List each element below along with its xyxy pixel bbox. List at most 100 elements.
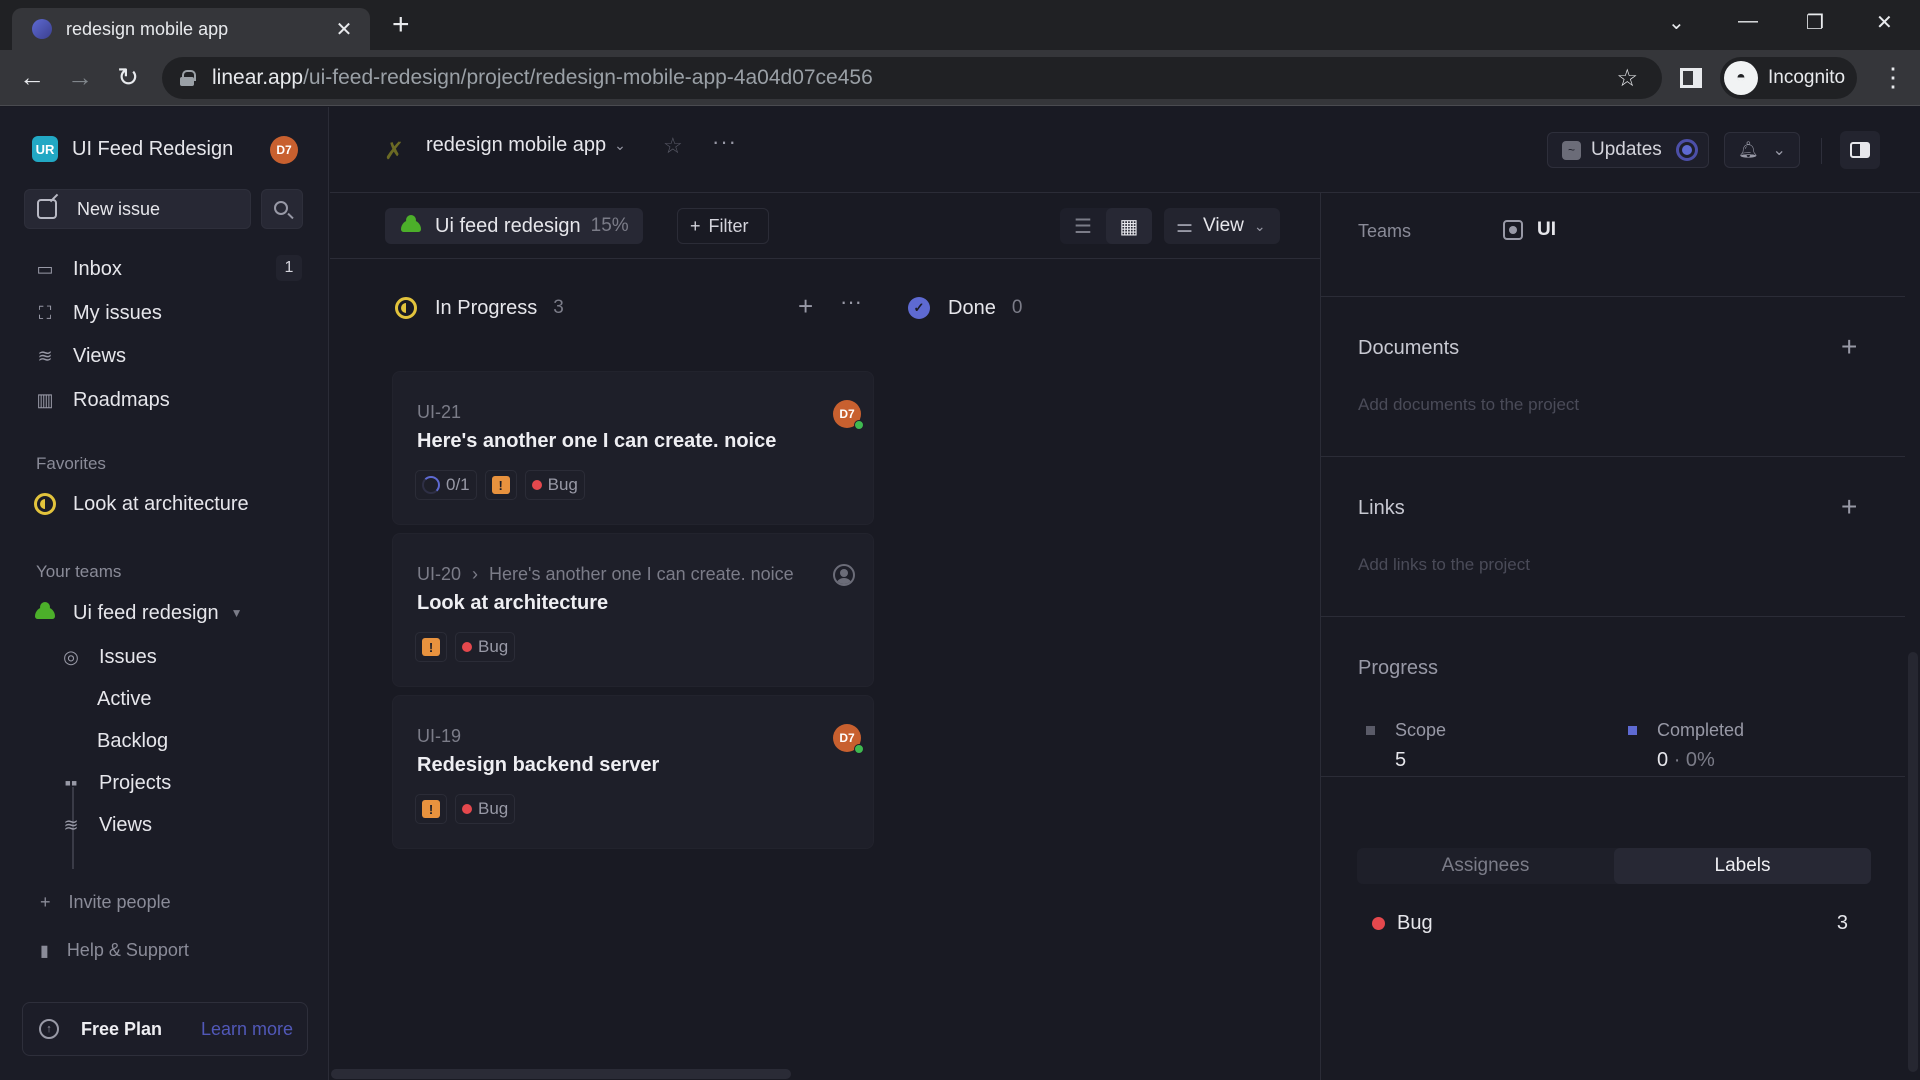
search-icon [273,200,288,215]
column-more-icon[interactable]: ··· [840,289,862,315]
restore-icon[interactable]: ❐ [1806,10,1824,35]
label-breakdown-row[interactable]: Bug 3 [1372,912,1848,935]
invite-people-button[interactable]: + Invite people [40,892,171,913]
progress-section: Progress Scope 5 Completed 0 · 0% [1321,617,1905,777]
inbox-count-badge: 1 [276,255,302,281]
sidebar-item-my-issues[interactable]: ⛶ My issues [34,298,162,328]
teams-label: Teams [1358,221,1412,241]
browser-toolbar: ← → ↻ linear.app/ui-feed-redesign/projec… [0,50,1920,106]
tab-assignees[interactable]: Assignees [1357,848,1614,884]
sidebar-item-roadmaps[interactable]: ▥ Roadmaps [34,385,169,415]
browser-menu-icon[interactable]: ⋮ [1880,62,1906,92]
chevron-down-icon: ⌄ [1253,217,1266,234]
label-pill[interactable]: Bug [455,632,516,662]
team-icon [1503,220,1523,240]
add-issue-icon[interactable]: + [798,291,813,322]
issue-title: Look at architecture [417,592,609,614]
minimize-icon[interactable]: — [1738,10,1758,33]
in-progress-status-icon [395,297,417,319]
layout-toggle: ☰ ▦ [1060,208,1152,244]
grid-icon: ▦ [1119,215,1139,238]
filter-button[interactable]: + Filter [677,208,769,244]
tab-search-icon[interactable]: ⌄ [1668,10,1685,35]
team-item-views[interactable]: ≋ Views [60,810,152,840]
help-support-button[interactable]: ▮ Help & Support [40,940,189,961]
issue-card[interactable]: UI-19 D7 Redesign backend server ! Bug [392,695,874,849]
forward-icon[interactable]: → [64,62,96,93]
team-item-label: Projects [99,771,172,794]
back-icon[interactable]: ← [16,62,48,93]
assignee-avatar[interactable]: D7 [833,400,864,430]
label-name: Bug [478,637,509,656]
add-document-icon[interactable]: + [1841,331,1857,363]
list-layout-button[interactable]: ☰ [1060,208,1106,244]
project-title-dropdown[interactable]: redesign mobile app ⌄ [426,134,626,157]
caret-down-icon: ▼ [230,606,243,620]
issue-id: UI-21 [417,402,462,422]
more-options-icon[interactable]: ··· [712,129,737,155]
close-window-icon[interactable]: ✕ [1876,10,1893,35]
priority-pill[interactable]: ! [484,470,517,500]
team-item-label: Issues [99,645,157,668]
issues-icon: ◎ [63,646,79,667]
in-progress-status-icon [34,493,56,515]
sidebar-item-views[interactable]: ≋ Views [34,341,126,371]
label-pill[interactable]: Bug [524,470,585,500]
views-icon: ≋ [63,814,79,835]
project-details-panel: Teams UI Documents + Add documents to th… [1320,193,1920,1080]
favorites-heading[interactable]: Favorites [36,454,106,474]
label-pill[interactable]: Bug [455,794,516,824]
address-bar[interactable]: linear.app/ui-feed-redesign/project/rede… [162,57,1662,99]
team-value[interactable]: UI [1503,219,1556,241]
learn-more-link[interactable]: Learn more [201,1019,293,1040]
new-issue-button[interactable]: New issue [24,189,251,229]
tab-close-icon[interactable]: ✕ [332,17,356,42]
favorite-star-icon[interactable]: ☆ [663,133,683,159]
view-options-button[interactable]: ⚌ View ⌄ [1164,208,1280,244]
subissue-progress[interactable]: 0/1 [415,470,477,500]
new-tab-button[interactable]: + [392,10,410,40]
incognito-profile-button[interactable]: ◓ Incognito [1720,57,1857,99]
upgrade-arrow-icon: ↑ [39,1019,59,1039]
linear-favicon-icon [32,19,52,39]
team-item-backlog[interactable]: Backlog [97,726,168,756]
workspace-switcher[interactable]: UR UI Feed Redesign [32,136,233,162]
favorite-item[interactable]: Look at architecture [34,489,249,519]
documents-heading: Documents [1358,337,1460,359]
notifications-button[interactable]: 🔔︎ ⌄ [1724,132,1800,168]
add-link-icon[interactable]: + [1841,491,1857,523]
update-status-indicator [1675,139,1698,161]
search-button[interactable] [261,189,303,229]
vertical-scrollbar[interactable] [1908,652,1918,1072]
issue-card[interactable]: UI-20 › Here's another one I can create.… [392,533,874,687]
team-progress-chip[interactable]: Ui feed redesign 15% [385,208,643,244]
reload-icon[interactable]: ↻ [112,62,144,93]
browser-tab[interactable]: redesign mobile app ✕ [12,8,370,50]
horizontal-scrollbar[interactable] [331,1069,791,1079]
team-item-projects[interactable]: ▪▪ Projects [60,768,172,798]
label-color-dot [462,804,472,814]
unassigned-icon[interactable] [833,564,855,586]
links-hint: Add links to the project [1358,555,1530,574]
tab-labels[interactable]: Labels [1614,848,1871,884]
team-item-issues[interactable]: ◎ Issues [60,642,157,672]
new-issue-label: New issue [77,198,161,219]
user-avatar[interactable]: D7 [270,136,298,164]
side-panel-icon[interactable] [1680,68,1702,88]
priority-pill[interactable]: ! [415,632,447,662]
your-teams-heading[interactable]: Your teams [36,562,121,582]
priority-pill[interactable]: ! [415,794,447,824]
toggle-details-panel-button[interactable] [1840,131,1880,169]
team-ui-feed-redesign[interactable]: Ui feed redesign ▼ [34,598,243,628]
divider [1821,138,1822,164]
issue-card[interactable]: UI-21 D7 Here's another one I can create… [392,371,874,525]
updates-button[interactable]: ~ Updates [1547,132,1709,168]
sidebar-item-inbox[interactable]: ▭ Inbox [34,254,121,284]
team-item-active[interactable]: Active [97,684,151,714]
inbox-icon: ▭ [36,258,54,279]
board-layout-button[interactable]: ▦ [1106,208,1152,244]
plus-icon: + [40,892,51,912]
project-title: redesign mobile app [426,134,607,156]
bookmark-star-icon[interactable]: ☆ [1616,64,1638,93]
assignee-avatar[interactable]: D7 [833,724,864,754]
